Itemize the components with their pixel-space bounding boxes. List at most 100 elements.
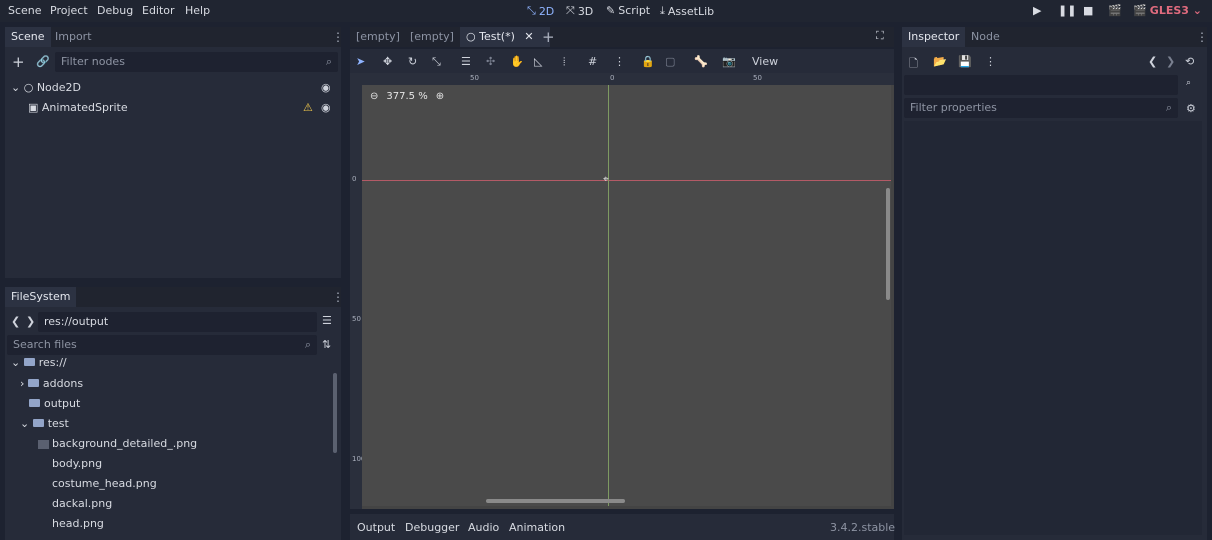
fs-item-root[interactable]: ⌄ res:// xyxy=(11,356,67,369)
kebab-menu-icon[interactable]: ⋮ xyxy=(614,55,625,68)
fs-item-label: head.png xyxy=(52,517,104,530)
canvas-area[interactable]: ⌖ ⊖ 377.5 % ⊕ xyxy=(362,85,891,506)
history-icon[interactable]: ⟲ xyxy=(1185,55,1194,68)
fs-item-test[interactable]: ⌄ test xyxy=(20,417,69,430)
tab-scene[interactable]: Scene xyxy=(5,27,51,47)
play-icon[interactable]: ▶ xyxy=(1033,4,1041,17)
play-custom-scene-icon[interactable]: 🎬 xyxy=(1133,4,1147,17)
select-tool-icon[interactable]: ➤ xyxy=(356,55,365,68)
group-icon[interactable]: ▢ xyxy=(665,55,675,68)
list-select-icon[interactable]: ☰ xyxy=(461,55,471,68)
kebab-menu-icon[interactable]: ⋮ xyxy=(1196,30,1208,44)
smart-snap-icon[interactable]: ⦙ xyxy=(563,55,565,69)
workspace-script[interactable]: ✎ Script xyxy=(606,4,650,17)
pause-icon[interactable]: ❚❚ xyxy=(1058,4,1076,17)
fs-item-file[interactable]: body.png xyxy=(52,457,102,470)
forward-arrow-icon[interactable]: ❯ xyxy=(26,315,35,328)
renderer-select[interactable]: GLES3 ⌄ xyxy=(1150,4,1202,17)
lock-icon[interactable]: 🔒 xyxy=(641,55,655,68)
menu-help[interactable]: Help xyxy=(185,4,210,17)
warning-icon[interactable]: ⚠ xyxy=(303,101,313,114)
node2d-icon: ○ xyxy=(466,30,476,43)
kebab-menu-icon[interactable]: ⋮ xyxy=(985,55,996,68)
fs-item-file[interactable]: head.png xyxy=(52,517,104,530)
menu-editor[interactable]: Editor xyxy=(142,4,175,17)
rotate-tool-icon[interactable]: ↻ xyxy=(408,55,417,68)
filter-nodes-input[interactable]: Filter nodes ⌕ xyxy=(55,52,338,72)
view-menu[interactable]: View xyxy=(752,55,778,68)
save-icon[interactable]: 💾 xyxy=(958,55,972,68)
tab-node[interactable]: Node xyxy=(965,27,1006,47)
fs-item-file[interactable]: dackal.png xyxy=(52,497,112,510)
tab-debugger[interactable]: Debugger xyxy=(405,521,459,534)
play-scene-icon[interactable]: 🎬 xyxy=(1108,4,1122,17)
menu-project[interactable]: Project xyxy=(50,4,88,17)
tab-import[interactable]: Import xyxy=(49,27,98,47)
scale-tool-icon[interactable]: ⤡ xyxy=(432,55,441,69)
fs-item-file[interactable]: background_detailed_.png xyxy=(38,437,197,450)
new-resource-icon[interactable]: 🗋 xyxy=(909,55,918,74)
zoom-in-icon[interactable]: ⊕ xyxy=(436,91,444,102)
pivot-tool-icon[interactable]: ✣ xyxy=(486,55,495,68)
forward-arrow-icon[interactable]: ❯ xyxy=(1166,55,1175,68)
visibility-eye-icon[interactable]: ◉ xyxy=(321,101,331,114)
image-file-icon xyxy=(38,439,49,449)
fs-item-label: costume_head.png xyxy=(52,477,157,490)
zoom-out-icon[interactable]: ⊖ xyxy=(370,91,378,102)
tab-audio[interactable]: Audio xyxy=(468,521,499,534)
tab-inspector[interactable]: Inspector xyxy=(902,27,966,47)
workspace-2d[interactable]: ⤡ 2D xyxy=(527,4,554,18)
move-tool-icon[interactable]: ✥ xyxy=(383,55,392,68)
inspector-dock-tabs: Inspector Node ⋮ xyxy=(902,27,1208,47)
tab-filesystem[interactable]: FileSystem xyxy=(5,287,77,307)
workspace-assetlib[interactable]: ⤓ AssetLib xyxy=(660,4,714,18)
tab-animation[interactable]: Animation xyxy=(509,521,565,534)
visibility-eye-icon[interactable]: ◉ xyxy=(321,81,331,94)
fs-item-label: res:// xyxy=(38,356,67,369)
menu-debug[interactable]: Debug xyxy=(97,4,133,17)
vertical-scrollbar[interactable] xyxy=(886,188,890,300)
back-arrow-icon[interactable]: ❮ xyxy=(11,315,20,328)
ruler-tool-icon[interactable]: ◺ xyxy=(534,55,542,68)
add-scene-tab-icon[interactable]: + xyxy=(542,28,555,46)
back-arrow-icon[interactable]: ❮ xyxy=(1148,55,1157,68)
split-view-icon[interactable]: ☰ xyxy=(322,314,332,327)
object-selector-field[interactable] xyxy=(904,75,1178,95)
filter-properties-input[interactable]: Filter properties ⌕ xyxy=(904,98,1178,118)
horizontal-scrollbar[interactable] xyxy=(486,499,625,503)
sort-icon[interactable]: ⇅ xyxy=(322,338,331,351)
close-icon[interactable]: ✕ xyxy=(524,30,533,43)
link-icon[interactable]: 🔗 xyxy=(36,55,50,68)
kebab-menu-icon[interactable]: ⋮ xyxy=(332,290,344,304)
fullscreen-icon[interactable]: ⛶ xyxy=(876,29,884,43)
scene-tab-empty-2[interactable]: [empty] xyxy=(404,27,460,47)
tree-item-node2d[interactable]: ⌄ ○ Node2D xyxy=(11,81,81,94)
add-node-icon[interactable]: + xyxy=(12,53,25,71)
search-files-input[interactable]: Search files ⌕ xyxy=(7,335,317,355)
tree-item-animatedsprite[interactable]: ▣ AnimatedSprite xyxy=(28,101,128,114)
grid-snap-icon[interactable]: # xyxy=(588,55,597,68)
bone-icon[interactable]: 🦴 xyxy=(694,55,708,68)
scrollbar[interactable] xyxy=(333,373,337,453)
stop-icon[interactable]: ■ xyxy=(1083,4,1093,17)
pan-tool-icon[interactable]: ✋ xyxy=(510,55,524,68)
filesystem-dock: FileSystem ⋮ ❮ ❯ res://output ☰ Search f… xyxy=(5,287,344,540)
canvas-viewport[interactable]: 50 0 50 0 50 100 ⌖ ⊖ 377.5 % ⊕ xyxy=(350,73,894,509)
chevron-down-icon: ⌄ xyxy=(20,417,30,430)
property-tools-icon[interactable]: ⚙ xyxy=(1186,102,1196,115)
doc-icon[interactable]: ⌕ xyxy=(1186,78,1191,88)
fs-item-output[interactable]: output xyxy=(29,397,80,410)
camera-override-icon[interactable]: 📷 xyxy=(722,55,736,68)
scene-tab-empty-1[interactable]: [empty] xyxy=(350,27,406,47)
fs-item-file[interactable]: costume_head.png xyxy=(52,477,157,490)
open-folder-icon[interactable]: 📂 xyxy=(933,55,947,68)
zoom-level[interactable]: 377.5 % xyxy=(386,91,427,102)
path-field[interactable]: res://output xyxy=(38,312,317,332)
fs-item-addons[interactable]: › addons xyxy=(20,377,83,390)
menu-scene[interactable]: Scene xyxy=(8,4,42,17)
tab-output[interactable]: Output xyxy=(357,521,395,534)
kebab-menu-icon[interactable]: ⋮ xyxy=(332,30,344,44)
scene-tab-test[interactable]: ○ Test(*) ✕ xyxy=(460,27,550,47)
workspace-3d[interactable]: ⤧ 3D xyxy=(566,4,593,18)
search-icon: ⌕ xyxy=(304,338,311,351)
